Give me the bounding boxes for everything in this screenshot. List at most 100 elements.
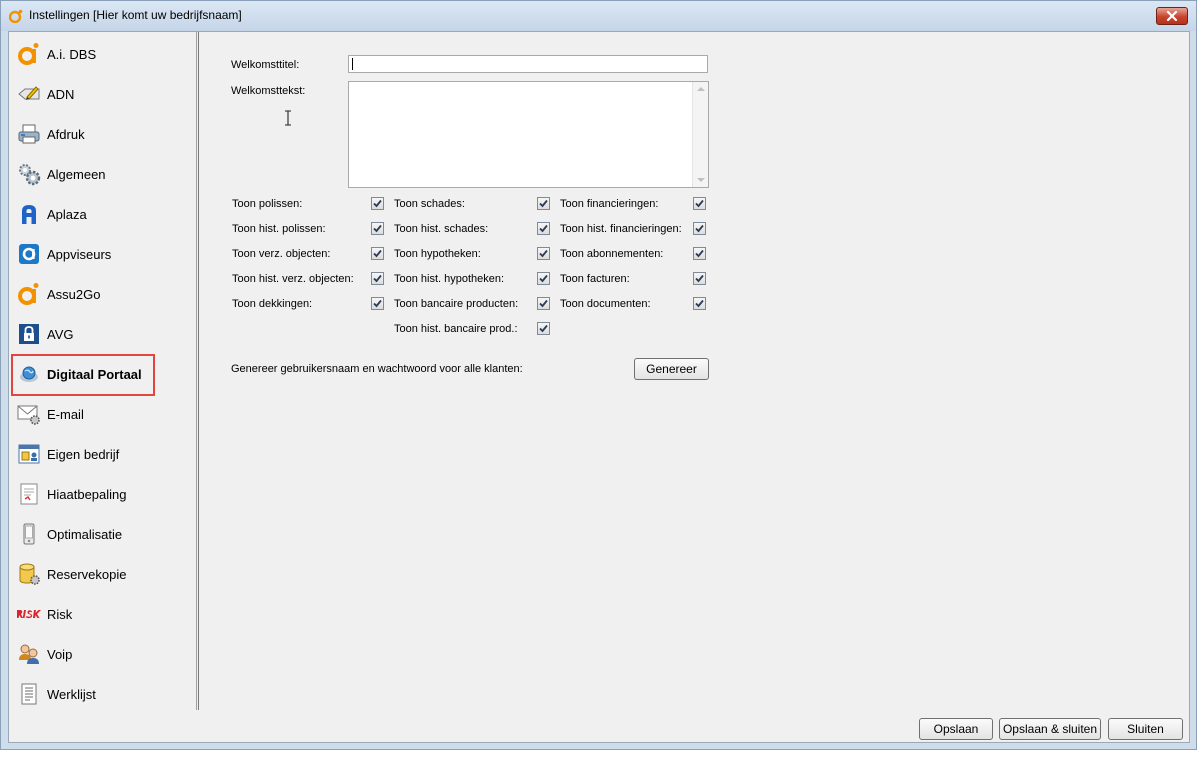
toon-financieringen-checkbox[interactable] — [693, 197, 706, 210]
risk-logo-icon — [17, 602, 41, 626]
sidebar-item-afdruk[interactable]: Afdruk — [9, 114, 195, 154]
toon-hist-verz-objecten-label: Toon hist. verz. objecten: — [232, 273, 354, 285]
checkmark-icon — [695, 199, 704, 208]
sidebar-item-optimalisatie[interactable]: Optimalisatie — [9, 514, 195, 554]
checkmark-icon — [695, 249, 704, 258]
toon-hypotheken-checkbox[interactable] — [537, 247, 550, 260]
printer-icon — [17, 122, 41, 146]
textarea-scrollbar[interactable] — [692, 82, 708, 187]
sidebar-item-label: AVG — [47, 326, 74, 342]
checkmark-icon — [695, 299, 704, 308]
users-icon — [17, 642, 41, 666]
toon-polissen-checkbox[interactable] — [371, 197, 384, 210]
checkmark-icon — [373, 199, 382, 208]
toon-abonnementen-checkbox[interactable] — [693, 247, 706, 260]
toon-polissen-label: Toon polissen: — [232, 198, 303, 210]
sidebar-item-hiaatbepaling[interactable]: Hiaatbepaling — [9, 474, 195, 514]
client-area: A.i. DBS ADN Afdruk Algemeen Aplaza Appv… — [8, 31, 1190, 743]
sidebar-item-reservekopie[interactable]: Reservekopie — [9, 554, 195, 594]
sidebar-item-ai-dbs[interactable]: A.i. DBS — [9, 34, 195, 74]
sidebar-item-label: Eigen bedrijf — [47, 446, 120, 462]
sidebar-item-label: ADN — [47, 86, 75, 102]
toon-hist-polissen-checkbox[interactable] — [371, 222, 384, 235]
toon-dekkingen-checkbox[interactable] — [371, 297, 384, 310]
sidebar-item-werklijst[interactable]: Werklijst — [9, 674, 195, 714]
sidebar-item-label: Appviseurs — [47, 246, 112, 262]
welkomsttekst-textarea[interactable] — [348, 81, 709, 188]
toon-facturen-checkbox[interactable] — [693, 272, 706, 285]
settings-window: Instellingen [Hier komt uw bedrijfsnaam]… — [0, 0, 1197, 750]
toon-abonnementen-label: Toon abonnementen: — [560, 248, 664, 260]
toon-hist-hypotheken-label: Toon hist. hypotheken: — [394, 273, 505, 285]
save-and-close-button[interactable]: Opslaan & sluiten — [999, 718, 1101, 740]
toon-documenten-label: Toon documenten: — [560, 298, 651, 310]
sidebar-item-label: A.i. DBS — [47, 46, 97, 62]
sidebar-item-aplaza[interactable]: Aplaza — [9, 194, 195, 234]
genereer-button[interactable]: Genereer — [634, 358, 709, 380]
sidebar-item-label: Afdruk — [47, 126, 85, 142]
sidebar-item-label: Digitaal Portaal — [47, 366, 142, 382]
toon-hist-bancaire-prod-label: Toon hist. bancaire prod.: — [394, 323, 518, 335]
sidebar-item-label: Assu2Go — [47, 286, 101, 302]
toon-financieringen-label: Toon financieringen: — [560, 198, 659, 210]
checkmark-icon — [539, 324, 548, 333]
sidebar-item-label: Hiaatbepaling — [47, 486, 127, 502]
text-caret — [352, 58, 353, 70]
settings-panel-digitaal-portaal: Welkomsttitel: Welkomsttekst: Toon polis… — [198, 32, 1189, 710]
toon-documenten-checkbox[interactable] — [693, 297, 706, 310]
welkomsttitel-input[interactable] — [348, 55, 708, 73]
database-gear-icon — [17, 562, 41, 586]
pencil-card-icon — [17, 82, 41, 106]
sidebar-item-adn[interactable]: ADN — [9, 74, 195, 114]
toon-hist-schades-label: Toon hist. schades: — [394, 223, 489, 235]
toon-hist-bancaire-prod-checkbox[interactable] — [537, 322, 550, 335]
toon-hist-hypotheken-checkbox[interactable] — [537, 272, 550, 285]
window-title: Instellingen [Hier komt uw bedrijfsnaam] — [29, 8, 242, 22]
toon-schades-checkbox[interactable] — [537, 197, 550, 210]
welkomsttitel-label: Welkomsttitel: — [231, 59, 300, 71]
checkmark-icon — [373, 224, 382, 233]
scroll-down-arrow-icon[interactable] — [697, 178, 705, 182]
checkmark-icon — [539, 224, 548, 233]
toon-hypotheken-label: Toon hypotheken: — [394, 248, 481, 260]
document-icon — [17, 482, 41, 506]
toon-verz-objecten-label: Toon verz. objecten: — [232, 248, 331, 260]
sidebar-item-avg[interactable]: AVG — [9, 314, 195, 354]
aplaza-logo-icon — [17, 202, 41, 226]
toon-hist-financieringen-checkbox[interactable] — [693, 222, 706, 235]
window-close-button[interactable] — [1156, 7, 1188, 25]
gears-icon — [17, 162, 41, 186]
checkmark-icon — [539, 274, 548, 283]
sidebar-item-label: Risk — [47, 606, 73, 622]
sidebar-item-algemeen[interactable]: Algemeen — [9, 154, 195, 194]
toon-dekkingen-label: Toon dekkingen: — [232, 298, 313, 310]
title-bar[interactable]: Instellingen [Hier komt uw bedrijfsnaam] — [1, 1, 1196, 31]
toon-verz-objecten-checkbox[interactable] — [371, 247, 384, 260]
assu2go-logo-icon — [17, 282, 41, 306]
checkmark-icon — [373, 274, 382, 283]
company-window-icon — [17, 442, 41, 466]
toon-hist-financieringen-label: Toon hist. financieringen: — [560, 223, 682, 235]
sidebar-item-email[interactable]: E-mail — [9, 394, 195, 434]
sidebar-item-label: Algemeen — [47, 166, 106, 182]
toon-hist-verz-objecten-checkbox[interactable] — [371, 272, 384, 285]
sidebar-item-digitaal-portaal[interactable]: Digitaal Portaal — [9, 354, 195, 394]
sidebar-item-assu2go[interactable]: Assu2Go — [9, 274, 195, 314]
toon-hist-schades-checkbox[interactable] — [537, 222, 550, 235]
close-button[interactable]: Sluiten — [1108, 718, 1183, 740]
save-button[interactable]: Opslaan — [919, 718, 993, 740]
checkmark-icon — [373, 299, 382, 308]
sidebar-item-eigen-bedrijf[interactable]: Eigen bedrijf — [9, 434, 195, 474]
phone-device-icon — [17, 522, 41, 546]
sidebar-item-voip[interactable]: Voip — [9, 634, 195, 674]
sidebar-item-label: Voip — [47, 646, 73, 662]
checkmark-icon — [539, 299, 548, 308]
sidebar-item-appviseurs[interactable]: Appviseurs — [9, 234, 195, 274]
welkomsttekst-label: Welkomsttekst: — [231, 85, 306, 97]
sidebar-item-risk[interactable]: Risk — [9, 594, 195, 634]
envelope-gear-icon — [17, 402, 41, 426]
lock-icon — [17, 322, 41, 346]
toon-bancaire-producten-checkbox[interactable] — [537, 297, 550, 310]
close-icon — [1166, 11, 1178, 21]
scroll-up-arrow-icon[interactable] — [697, 87, 705, 91]
